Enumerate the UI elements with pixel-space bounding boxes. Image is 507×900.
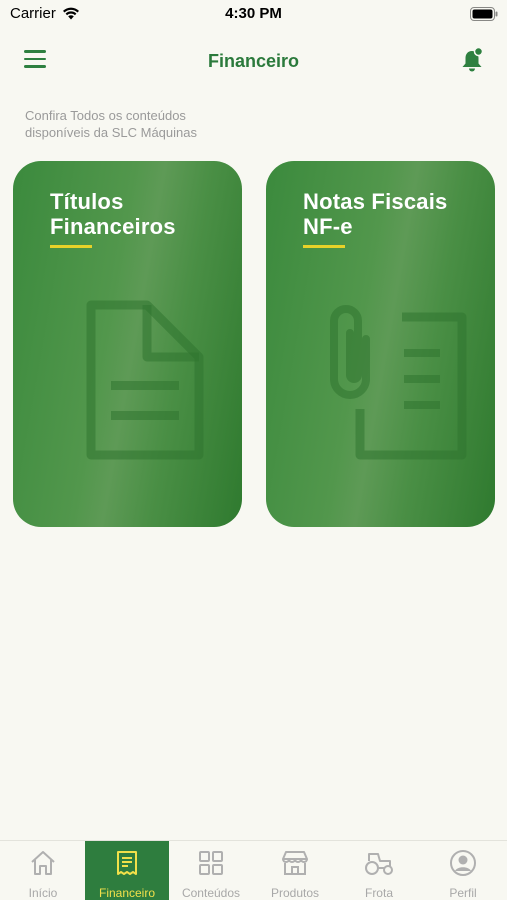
tab-label: Frota bbox=[364, 886, 393, 900]
user-icon bbox=[450, 850, 476, 876]
card-underline bbox=[303, 245, 345, 248]
tab-conteudos[interactable]: Conteúdos bbox=[169, 841, 253, 900]
card-title: Notas Fiscais NF-e bbox=[303, 189, 483, 239]
document-icon bbox=[86, 300, 204, 460]
card-title: Títulos Financeiros bbox=[50, 189, 230, 239]
clock: 4:30 PM bbox=[225, 5, 282, 22]
page-subtitle: Confira Todos os conteúdos disponíveis d… bbox=[25, 108, 197, 140]
card-underline bbox=[50, 245, 92, 248]
notas-fiscais-card[interactable]: Notas Fiscais NF-e bbox=[266, 161, 495, 527]
home-icon bbox=[31, 851, 55, 875]
tractor-icon bbox=[365, 853, 393, 875]
tab-label: Perfil bbox=[449, 886, 477, 900]
battery-icon bbox=[470, 7, 498, 21]
app-screen: Carrier 4:30 PM Financeiro Confira Todos… bbox=[0, 0, 507, 900]
tab-label: Produtos bbox=[270, 886, 320, 900]
paperclip-document-icon bbox=[330, 305, 467, 460]
grid-icon bbox=[199, 851, 223, 875]
tab-inicio[interactable]: Início bbox=[1, 841, 85, 900]
titulos-financeiros-card[interactable]: Títulos Financeiros bbox=[13, 161, 242, 527]
tab-perfil[interactable]: Perfil bbox=[421, 841, 505, 900]
card-title-line2: NF-e bbox=[303, 214, 353, 239]
store-icon bbox=[282, 851, 308, 875]
status-bar: Carrier 4:30 PM bbox=[0, 0, 507, 30]
tab-produtos[interactable]: Produtos bbox=[253, 841, 337, 900]
tab-label: Conteúdos bbox=[181, 886, 241, 900]
receipt-icon bbox=[117, 851, 137, 875]
card-title-line1: Notas Fiscais bbox=[303, 189, 448, 214]
tab-financeiro[interactable]: Financeiro bbox=[85, 841, 169, 900]
bell-icon[interactable] bbox=[459, 46, 485, 74]
card-title-line1: Títulos bbox=[50, 189, 124, 214]
header: Financeiro bbox=[0, 38, 507, 84]
tab-label: Início bbox=[28, 886, 58, 900]
card-title-line2: Financeiros bbox=[50, 214, 176, 239]
tab-frota[interactable]: Frota bbox=[337, 841, 421, 900]
bottom-tab-bar: Início Financeiro Conteúdos Produtos Fro… bbox=[0, 840, 507, 900]
page-title: Financeiro bbox=[207, 51, 300, 71]
tab-label: Financeiro bbox=[98, 886, 156, 900]
